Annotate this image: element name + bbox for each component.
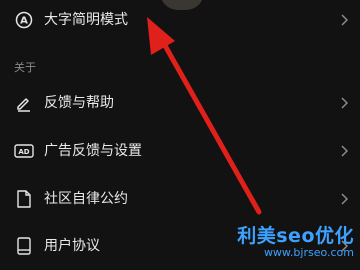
text-a-icon: A <box>14 10 34 30</box>
settings-row-label: 大字简明模式 <box>44 12 128 28</box>
settings-row-label: 社区自律公约 <box>44 191 128 207</box>
chevron-right-icon <box>338 10 350 30</box>
settings-row-community[interactable]: 社区自律公约 <box>0 175 360 223</box>
settings-row-feedback[interactable]: 反馈与帮助 <box>0 79 360 127</box>
settings-row-label: 反馈与帮助 <box>44 95 114 111</box>
settings-row-font-mode[interactable]: A 大字简明模式 <box>0 0 360 44</box>
pencil-icon <box>14 93 34 113</box>
book-icon <box>14 236 34 256</box>
settings-row-ad-feedback[interactable]: AD 广告反馈与设置 <box>0 127 360 175</box>
svg-text:AD: AD <box>18 148 29 156</box>
svg-text:A: A <box>20 16 28 27</box>
chevron-right-icon <box>338 141 350 161</box>
watermark: 利美seo优化 www.bjrseo.com <box>237 225 354 259</box>
watermark-title: 利美seo优化 <box>237 225 354 247</box>
section-title-about: 关于 <box>14 61 36 74</box>
settings-row-label: 用户协议 <box>44 238 100 254</box>
watermark-url: www.bjrseo.com <box>263 246 354 259</box>
ad-icon: AD <box>14 141 34 161</box>
document-icon <box>14 189 34 209</box>
chevron-right-icon <box>338 189 350 209</box>
chevron-right-icon <box>338 93 350 113</box>
settings-row-label: 广告反馈与设置 <box>44 143 142 159</box>
